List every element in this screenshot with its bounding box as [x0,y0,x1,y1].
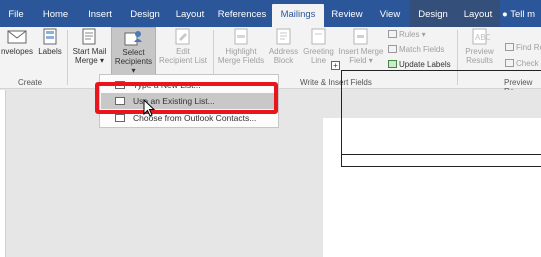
address-label-1: Address [268,47,299,56]
edit-recipient-label-1: Edit [176,47,190,56]
create-group-label: Create [18,78,43,87]
check-errors-icon [505,59,514,67]
tab-references[interactable]: References [212,0,272,27]
highlight-icon [234,28,248,45]
tab-design[interactable]: Design [122,0,168,27]
dropdown-arrow-icon: ▾ [97,56,104,65]
address-label-2: Block [273,56,294,65]
greeting-label-2: Line [310,56,327,65]
word-window: File Home Insert Design Layout Reference… [0,0,541,257]
address-block-button[interactable]: Address Block [268,27,299,75]
envelope-icon [7,30,27,44]
tab-insert[interactable]: Insert [78,0,122,27]
labels-button[interactable]: Labels [36,27,64,75]
find-recipient-button[interactable]: Find Re [505,43,541,52]
find-recipient-label: Find Re [516,43,541,52]
outlook-contacts-icon [115,114,125,122]
ribbon-tab-bar: File Home Insert Design Layout Reference… [0,0,541,27]
labels-label: Labels [38,47,62,56]
table-move-handle-icon[interactable]: + [331,61,340,70]
tab-review[interactable]: Review [324,0,370,27]
match-fields-label: Match Fields [399,45,445,54]
insert-merge-label-1: Insert Merge [338,47,384,56]
edit-recipient-label-2: Recipient List [158,56,208,65]
rules-button[interactable]: Rules ▾ [388,30,426,39]
mail-merge-icon [82,28,95,45]
highlight-label-2: Merge Fields [217,56,265,65]
highlight-label-1: Highlight [225,47,257,56]
match-fields-icon [388,45,397,53]
tab-file[interactable]: File [0,0,32,27]
match-fields-button[interactable]: Match Fields [388,45,444,54]
update-labels-button[interactable]: Update Labels [388,60,451,69]
svg-text:ABC: ABC [475,33,490,42]
lightbulb-icon: ● [502,9,508,20]
rules-icon [388,30,397,38]
rules-label: Rules [399,30,420,39]
start-mail-merge-label-2: Merge [75,56,98,65]
document-table[interactable] [341,70,541,167]
envelopes-button[interactable]: nvelopes [0,27,34,75]
insert-merge-field-button[interactable]: Insert Merge Field ▾ [337,27,385,75]
start-mail-merge-label-1: Start Mail [72,47,107,56]
edit-recipient-list-button[interactable]: Edit Recipient List [157,27,209,75]
select-recipients-label-2: Recipients [114,57,153,66]
highlight-merge-fields-button[interactable]: Highlight Merge Fields [215,27,267,75]
greeting-line-icon [311,28,325,45]
tab-mailings[interactable]: Mailings [272,4,324,27]
preview-label-1: Preview [465,47,494,56]
select-recipients-button[interactable]: Select Recipients ▾ [111,27,156,75]
tab-table-layout[interactable]: Layout [456,0,500,27]
address-block-icon [276,28,290,45]
group-divider [67,30,68,85]
tab-home[interactable]: Home [33,0,78,27]
update-labels-label: Update Labels [399,60,451,69]
vertical-ruler [0,90,6,257]
start-mail-merge-button[interactable]: Start Mail Merge ▾ [69,27,110,75]
preview-results-icon: ABC [472,28,490,45]
preview-results-button[interactable]: ABC Preview Results [459,27,500,75]
tab-layout[interactable]: Layout [168,0,212,27]
tell-me-label: Tell m [510,9,536,20]
red-highlight-box [95,82,278,114]
select-recipients-icon [124,31,142,46]
insert-field-icon [353,28,368,45]
update-labels-icon [388,60,397,68]
envelopes-label: nvelopes [0,47,34,56]
find-recipient-icon [505,43,514,51]
check-errors-label: Check [516,59,539,68]
labels-icon [43,28,57,45]
tab-table-design[interactable]: Design [410,0,456,27]
check-errors-button[interactable]: Check [505,59,539,68]
insert-merge-label-2: Field [349,56,367,65]
mouse-pointer-icon [143,99,156,117]
select-recipients-label-1: Select [122,48,145,57]
tell-me-box[interactable]: ● Tell m [502,0,535,27]
dropdown-arrow-icon: ▾ [366,56,373,65]
edit-list-icon [175,28,190,45]
dropdown-arrow-icon: ▾ [419,30,426,39]
greeting-label-1: Greeting [303,47,334,56]
tab-view[interactable]: View [370,0,410,27]
table-row-divider [341,154,541,155]
preview-label-2: Results [466,56,493,65]
